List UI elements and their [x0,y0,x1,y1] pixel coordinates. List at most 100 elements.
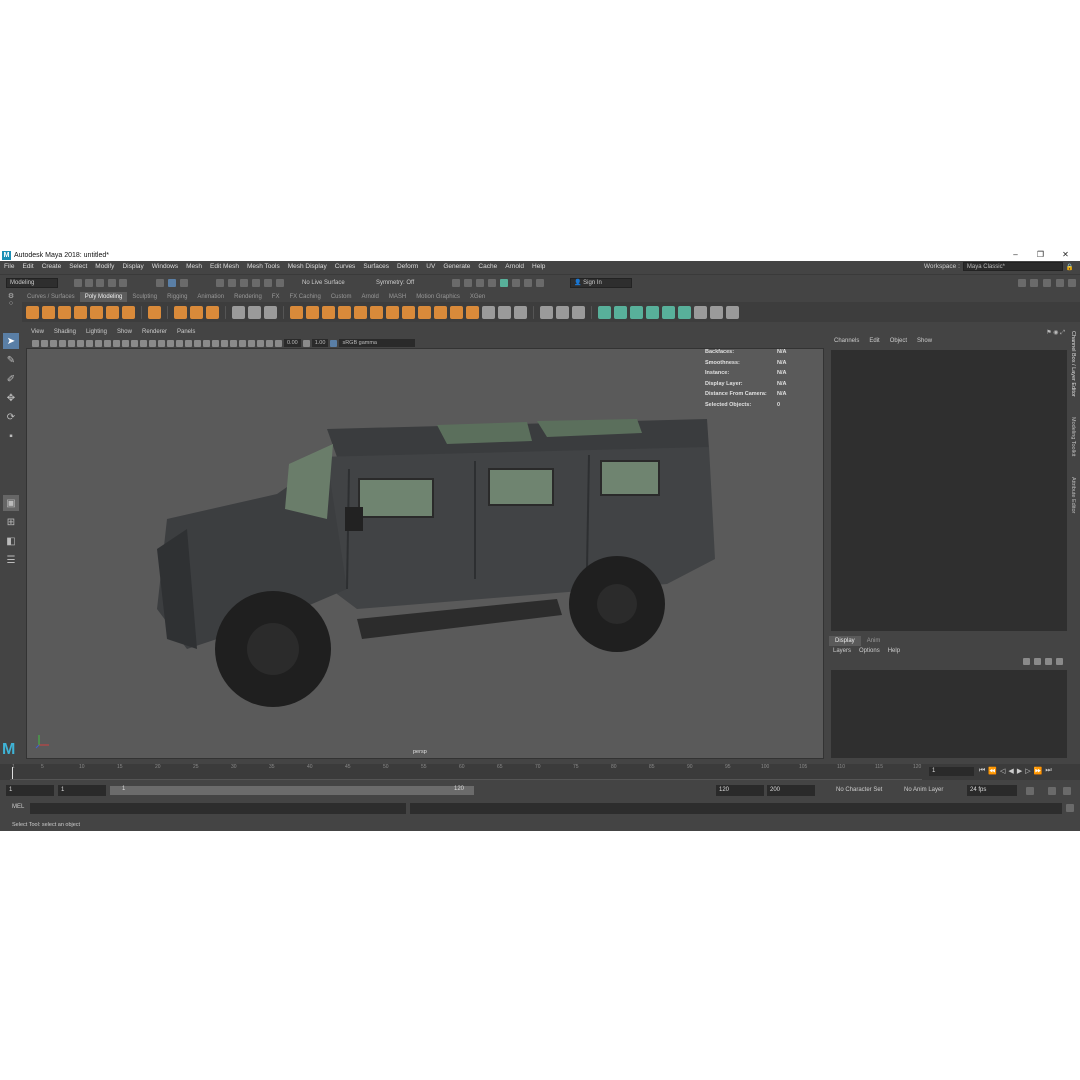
menu-file[interactable]: File [0,263,18,270]
poly-torus-icon[interactable] [90,305,103,319]
gate-mask-icon[interactable] [104,339,111,347]
extrude-icon[interactable] [354,305,367,319]
menu-edit[interactable]: Edit [18,263,37,270]
go-to-start-icon[interactable]: ⏮ [979,767,985,775]
planar-uv-icon[interactable] [598,305,611,319]
animation-start-field[interactable]: 1 [6,785,54,796]
anim-layer-dropdown[interactable]: No Anim Layer [904,785,943,796]
gamma-field[interactable]: 1.00 [311,339,329,347]
tab-attribute-editor[interactable]: Attribute Editor [1070,477,1076,513]
open-scene-icon[interactable] [85,279,93,287]
menu-generate[interactable]: Generate [439,263,474,270]
xray-icon[interactable] [248,339,255,347]
menu-select[interactable]: Select [65,263,91,270]
close-button[interactable]: ✕ [1053,249,1078,261]
poly-cone-icon[interactable] [74,305,87,319]
workspace-dropdown[interactable]: Maya Classic* [962,262,1063,271]
move-layer-down-icon[interactable] [1034,658,1041,665]
menu-create[interactable]: Create [38,263,66,270]
single-perspective-layout-icon[interactable]: ▣ [3,495,19,511]
lock-icon[interactable]: 🔒 [1066,263,1074,271]
script-language-label[interactable]: MEL [12,804,24,810]
select-object-icon[interactable] [168,279,176,287]
layer-menu-help[interactable]: Help [884,648,904,654]
auto-key-icon[interactable] [1048,787,1056,795]
lasso-tool-icon[interactable]: ✎ [3,352,19,368]
bool-intersect-icon[interactable] [450,305,463,319]
new-layer-selected-icon[interactable] [1056,658,1063,665]
menu-modify[interactable]: Modify [91,263,118,270]
select-tool-icon[interactable]: ➤ [3,333,19,349]
snap-point-icon[interactable] [240,279,248,287]
grease-pencil-icon[interactable] [68,339,75,347]
tab-animation[interactable]: Animation [192,292,229,302]
film-gate-icon[interactable] [86,339,93,347]
tab-anim[interactable]: Anim [861,636,887,646]
viewport-menu-shading[interactable]: Shading [49,329,81,338]
layout-icon[interactable] [1068,279,1076,287]
step-back-key-icon[interactable]: ⏪ [988,767,997,775]
current-time-marker[interactable] [12,767,13,779]
modeling-toolkit-icon[interactable] [1018,279,1026,287]
super-shape-icon[interactable] [174,305,187,319]
snap-vertex-icon[interactable] [276,279,284,287]
ipr-render-icon[interactable] [476,279,484,287]
exposure-field[interactable]: 0.00 [284,339,301,347]
mirror-icon[interactable] [322,305,335,319]
bridge-icon[interactable] [370,305,383,319]
step-forward-frame-icon[interactable]: ▷ [1025,767,1030,775]
rotate-tool-icon[interactable]: ⟳ [3,409,19,425]
maximize-button[interactable]: ❐ [1028,249,1053,261]
view-transform-dropdown[interactable]: sRGB gamma [339,339,416,347]
render-settings-icon[interactable] [452,279,460,287]
new-scene-icon[interactable] [74,279,82,287]
use-all-lights-icon[interactable] [185,339,192,347]
bookmark-icon[interactable] [50,339,57,347]
menu-mesh-display[interactable]: Mesh Display [284,263,331,270]
tab-fx[interactable]: FX [267,292,285,302]
animation-preferences-icon[interactable] [1063,787,1071,795]
multi-cut-icon[interactable] [232,305,245,319]
camera-attributes-icon[interactable] [41,339,48,347]
safe-action-icon[interactable] [122,339,129,347]
snap-curve-icon[interactable] [228,279,236,287]
viewport-menu-renderer[interactable]: Renderer [137,329,172,338]
viewport-menu-lighting[interactable]: Lighting [81,329,112,338]
shadows-icon[interactable] [194,339,201,347]
channel-box-menu-show[interactable]: Show [912,338,937,344]
spherical-uv-icon[interactable] [630,305,643,319]
step-back-frame-icon[interactable]: ◁ [1000,767,1005,775]
channel-box-menu-object[interactable]: Object [885,338,912,344]
isolate-select-icon[interactable] [239,339,246,347]
current-frame-field[interactable]: 1 [929,767,974,776]
motion-blur-icon[interactable] [212,339,219,347]
sew-uv-icon[interactable] [678,305,691,319]
save-scene-icon[interactable] [96,279,104,287]
bool-difference-icon[interactable] [434,305,447,319]
ambient-occlusion-icon[interactable] [203,339,210,347]
target-weld-icon[interactable] [248,305,261,319]
smooth-shade-icon[interactable] [149,339,156,347]
menu-arnold[interactable]: Arnold [501,263,528,270]
combine-icon[interactable] [290,305,303,319]
append-polygon-icon[interactable] [466,305,479,319]
separate-icon[interactable] [306,305,319,319]
poly-cylinder-icon[interactable] [58,305,71,319]
safe-title-icon[interactable] [131,339,138,347]
tab-display[interactable]: Display [829,636,861,646]
menu-deform[interactable]: Deform [393,263,422,270]
backface-culling-icon[interactable] [266,339,273,347]
perspective-viewport[interactable]: Backfaces: N/A Smoothness: N/A Instance: N/… [26,348,824,759]
tool-settings-icon[interactable] [1043,279,1051,287]
move-layer-up-icon[interactable] [1023,658,1030,665]
smooth-icon[interactable] [338,305,351,319]
make-hole-icon[interactable] [482,305,495,319]
poke-icon[interactable] [514,305,527,319]
menu-set-dropdown[interactable]: Modeling [6,278,58,288]
menu-cache[interactable]: Cache [474,263,501,270]
select-component-icon[interactable] [180,279,188,287]
menu-edit-mesh[interactable]: Edit Mesh [206,263,243,270]
playblast-icon[interactable] [524,279,532,287]
playback-start-field[interactable]: 1 [58,785,106,796]
tab-poly-modeling[interactable]: Poly Modeling [79,292,128,302]
